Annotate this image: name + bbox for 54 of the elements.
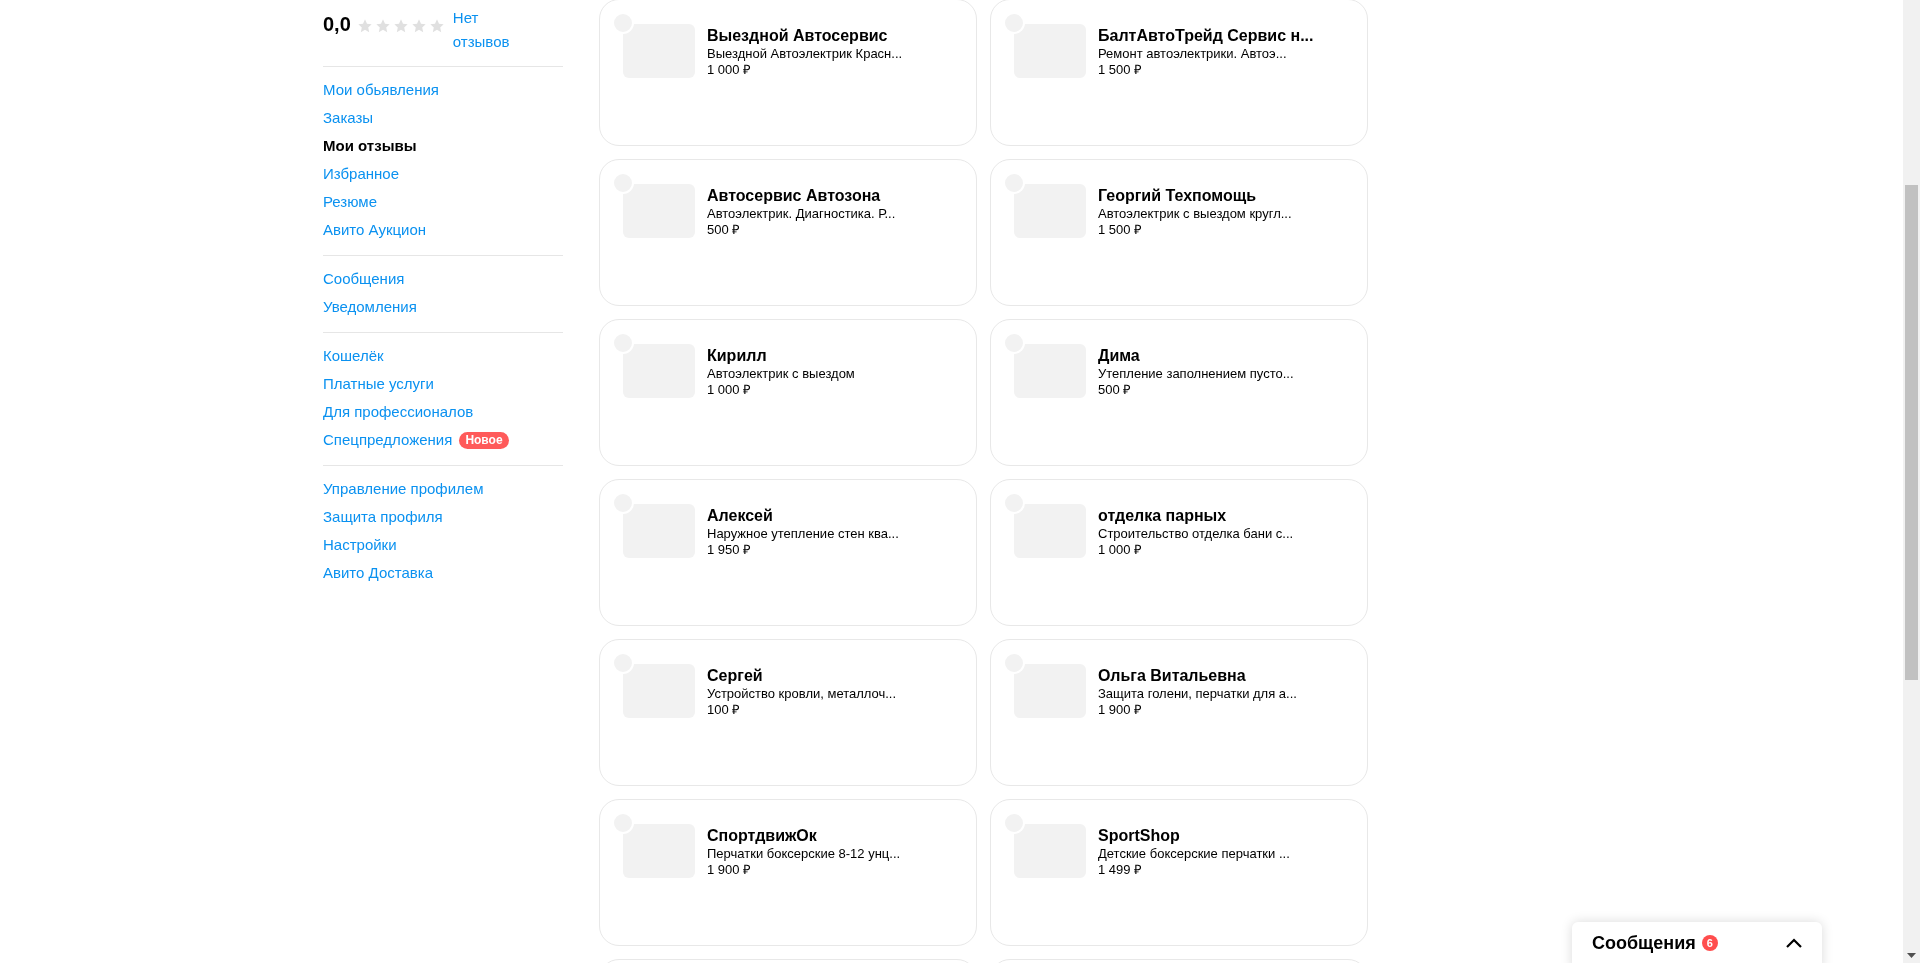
listing-title[interactable]: Алексей — [707, 506, 899, 526]
listing-card[interactable]: отделка парных Строительство отделка бани с... 1 000 ₽ — [990, 479, 1368, 626]
scroll-down-icon[interactable] — [1907, 953, 1916, 959]
listing-description: Перчатки боксерские 8-12 унц... — [707, 846, 901, 862]
listing-title[interactable]: БалтАвтоТрейд Сервис н... — [1098, 26, 1314, 46]
listing-price: 1 500 ₽ — [1098, 62, 1144, 78]
listing-price: 1 900 ₽ — [707, 862, 753, 878]
listing-price: 1 900 ₽ — [1098, 702, 1144, 718]
rating-score: 0,0 — [323, 13, 351, 36]
listing-price: 100 ₽ — [707, 702, 742, 718]
listing-title[interactable]: Дима — [1098, 346, 1294, 366]
listing-card[interactable]: Кирилл Автоэлектрик с выездом 1 000 ₽ — [599, 319, 977, 466]
listing-title[interactable]: Георгий Техпомощь — [1098, 186, 1292, 206]
listing-price: 500 ₽ — [1098, 382, 1133, 398]
listing-price: 500 ₽ — [707, 222, 742, 238]
listing-card[interactable]: Георгий Техпомощь Автоэлектрик с выездом кругл... 1 500 ₽ — [990, 159, 1368, 306]
listing-title[interactable]: Сергей — [707, 666, 897, 686]
listing-description: Устройство кровли, металлоч... — [707, 686, 897, 702]
listing-description: Защита голени, перчатки для а... — [1098, 686, 1297, 702]
listing-price: 1 499 ₽ — [1098, 862, 1144, 878]
listing-description: Автоэлектрик. Диагностика. Р... — [707, 206, 896, 222]
listing-title[interactable]: SportShop — [1098, 826, 1290, 846]
listing-description: Детские боксерские перчатки ... — [1098, 846, 1290, 862]
scrollbar-thumb[interactable] — [1905, 185, 1918, 680]
listing-description: Автоэлектрик с выездом кругл... — [1098, 206, 1292, 222]
listing-title[interactable]: Выездной Автосервис — [707, 26, 903, 46]
listing-title[interactable]: отделка парных — [1098, 506, 1294, 526]
widget-title: Сообщения — [1592, 932, 1696, 954]
messages-widget[interactable]: Сообщения 6 — [1572, 922, 1822, 963]
listing-card[interactable]: SportShop Детские боксерские перчатки ... 1 499 ₽ — [990, 799, 1368, 946]
listing-title[interactable]: СпортдвижОк — [707, 826, 901, 846]
listing-card[interactable]: Дима Утепление заполнением пусто... 500 ₽ — [990, 319, 1368, 466]
listing-description: Наружное утепление стен ква... — [707, 526, 899, 542]
listing-card[interactable]: СпортдвижОк Перчатки боксерские 8-12 унц... 1 900 ₽ — [599, 799, 977, 946]
listing-description: Строительство отделка бани с... — [1098, 526, 1294, 542]
listing-title[interactable]: Ольга Витальевна — [1098, 666, 1297, 686]
sidebar-link[interactable]: Мои отзывы — [323, 134, 417, 158]
listing-card[interactable]: Автосервис Автозона Автоэлектрик. Диагностика. Р... 500 ₽ — [599, 159, 977, 306]
listing-price: 1 000 ₽ — [707, 62, 753, 78]
listing-description: Выездной Автоэлектрик Красн... — [707, 46, 903, 62]
listing-price: 1 500 ₽ — [1098, 222, 1144, 238]
listing-card[interactable]: Сергей Устройство кровли, металлоч... 100 ₽ — [599, 639, 977, 786]
listing-card[interactable]: Ольга Витальевна Защита голени, перчатки для а... 1 900 ₽ — [990, 639, 1368, 786]
listing-title[interactable]: Кирилл — [707, 346, 855, 366]
listing-card[interactable]: Алексей Наружное утепление стен ква... 1 950 ₽ — [599, 479, 977, 626]
listing-price: 1 950 ₽ — [707, 542, 753, 558]
listing-description: Ремонт автоэлектрики. Автоэ... — [1098, 46, 1288, 62]
listing-price: 1 000 ₽ — [1098, 542, 1144, 558]
new-badge: Новое — [459, 431, 509, 449]
listing-description: Автоэлектрик с выездом — [707, 366, 855, 382]
message-count-badge: 6 — [1701, 935, 1718, 951]
listing-title[interactable]: Автосервис Автозона — [707, 186, 896, 206]
listing-description: Утепление заполнением пусто... — [1098, 366, 1294, 382]
listing-price: 1 000 ₽ — [707, 382, 753, 398]
